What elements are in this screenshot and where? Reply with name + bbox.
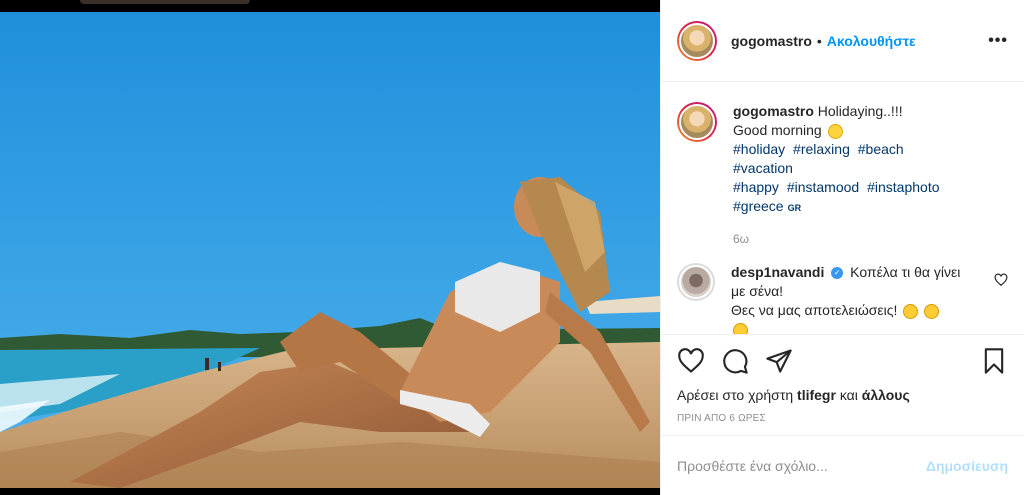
likes-others-link[interactable]: άλλους [862,387,910,403]
hashtag-link[interactable]: #holiday [733,141,785,157]
hashtag-link[interactable]: #beach [858,141,904,157]
commenter-avatar[interactable] [677,263,715,301]
author-avatar[interactable] [677,20,717,61]
laughing-emoji-icon [733,322,748,334]
caption-line-1: Holidaying..!!! [817,103,903,119]
caption-timestamp[interactable]: 6ω [733,230,973,249]
likes-prefix: Αρέσει στο χρήστη [677,387,794,403]
laughing-emoji-icon [924,303,940,319]
action-icons [677,345,1008,377]
post-actions: Αρέσει στο χρήστη tlifegr και άλλους ΠΡΙ… [661,334,1024,424]
commenter-username[interactable]: desp1navandi [731,264,824,280]
author-username[interactable]: gogomastro [731,33,812,49]
comment-line-2: Θες να μας αποτελειώσεις! [731,302,898,318]
top-strip [0,0,660,12]
hashtag-link[interactable]: #greece GR [733,198,805,214]
hashtags: #holiday #relaxing #beach #vacation #hap… [733,141,944,214]
post-header: gogomastro • Ακολουθήστε ••• [661,0,1024,82]
hashtag-link[interactable]: #vacation [733,160,793,176]
hashtag-link[interactable]: #instaphoto [867,179,939,195]
caption-item: gogomastro Holidaying..!!! Good morning … [677,102,1008,249]
previous-post-edge [80,0,250,4]
like-comment-heart-icon[interactable] [994,273,1008,287]
like-heart-icon[interactable] [677,347,705,375]
hashtag-link[interactable]: #relaxing [793,141,850,157]
share-paper-plane-icon[interactable] [765,347,793,375]
caption-author-avatar[interactable] [677,102,717,142]
sun-emoji-icon [827,123,843,139]
liker-username[interactable]: tlifegr [797,387,836,403]
hashtag-link[interactable]: #instamood [787,179,859,195]
beach-photo-illustration [0,12,660,488]
caption-username[interactable]: gogomastro [733,103,814,119]
follow-button[interactable]: Ακολουθήστε [827,33,916,49]
post-photo[interactable] [0,12,660,488]
comment-text: desp1navandi ✓ Κοπέλα τι θα γίνει με σέν… [731,263,971,334]
separator-dot: • [816,32,822,49]
comment-bubble-icon[interactable] [721,347,749,375]
verified-badge-icon: ✓ [831,267,844,280]
post-side-panel: gogomastro • Ακολουθήστε ••• gogomastro … [660,0,1024,495]
more-options-icon[interactable]: ••• [988,32,1008,50]
save-bookmark-icon[interactable] [980,347,1008,375]
comment-input[interactable] [677,457,926,474]
flag-suffix: GR [787,203,802,213]
likes-summary: Αρέσει στο χρήστη tlifegr και άλλους [677,387,1008,403]
laughing-emoji-icon [903,303,919,319]
comment-item: desp1navandi ✓ Κοπέλα τι θα γίνει με σέν… [677,263,1008,334]
add-comment-bar: Δημοσίευση [661,435,1024,495]
caption-text: gogomastro Holidaying..!!! Good morning … [733,102,973,249]
hashtag-link[interactable]: #happy [733,179,779,195]
publish-button[interactable]: Δημοσίευση [926,458,1008,474]
comments-list[interactable]: gogomastro Holidaying..!!! Good morning … [661,82,1024,334]
caption-line-2: Good morning [733,122,822,138]
post-time-ago[interactable]: ΠΡΙΝ ΑΠΟ 6 ΩΡΕΣ [677,413,1008,424]
likes-conjunction: και [839,387,858,403]
